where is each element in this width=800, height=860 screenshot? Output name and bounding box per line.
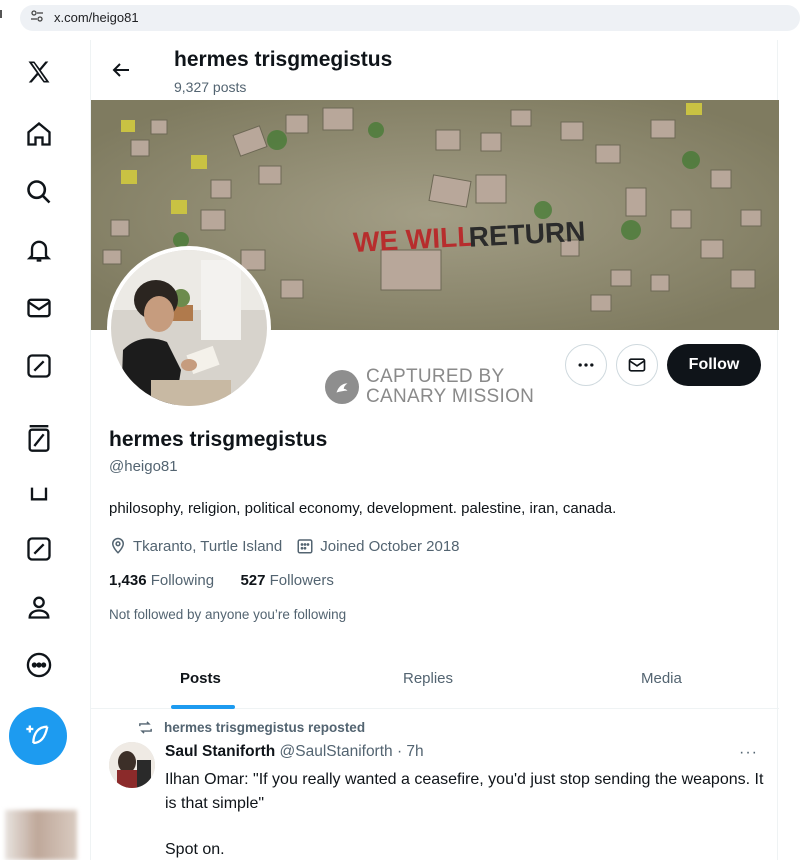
message-button[interactable] [616, 344, 658, 386]
communities-icon[interactable] [22, 480, 56, 514]
tweet-text[interactable]: Ilhan Omar: "If you really wanted a ceas… [165, 768, 765, 860]
more-options-button[interactable] [565, 344, 607, 386]
profile-column: hermes trisgmegistus 9,327 posts WE WILL… [90, 40, 779, 860]
banner-graffiti-we-will: WE WILL [352, 221, 475, 258]
followers-link[interactable]: 527 Followers [240, 572, 333, 589]
tab-media[interactable]: Media [641, 670, 682, 687]
browser-address-bar: x.com/heigo81 [0, 0, 800, 38]
tweet-text-line1: Ilhan Omar: "If you really wanted a ceas… [165, 771, 764, 812]
avatar-photo [111, 250, 267, 406]
profile-bio: philosophy, religion, political economy,… [109, 500, 617, 517]
profile-name: hermes trisgmegistus [109, 428, 328, 451]
tweet-author-avatar[interactable] [109, 742, 155, 788]
profile-icon[interactable] [22, 590, 56, 624]
compose-post-button[interactable] [9, 707, 67, 765]
header-post-count: 9,327 posts [174, 79, 247, 95]
author-photo [109, 742, 155, 788]
grok-compose-icon[interactable] [22, 532, 56, 566]
profile-tabs: Posts Replies Media [91, 652, 779, 709]
account-avatar[interactable] [5, 810, 77, 860]
profile-meta: Tkaranto, Turtle Island Joined October 2… [109, 537, 460, 555]
x-logo-icon[interactable] [22, 55, 56, 89]
not-followed-note: Not followed by anyone you’re following [109, 607, 347, 622]
home-icon[interactable] [22, 117, 56, 151]
profile-location: Tkaranto, Turtle Island [133, 537, 283, 555]
profile-joined: Joined October 2018 [320, 537, 460, 555]
watermark-line2: CANARY MISSION [366, 386, 535, 407]
canary-mission-watermark: CAPTURED BY CANARY MISSION [325, 367, 534, 407]
profile-avatar[interactable] [107, 246, 271, 410]
calendar-icon [297, 539, 313, 554]
window-edge [0, 10, 2, 18]
lists-icon[interactable] [22, 422, 56, 456]
header-name: hermes trisgmegistus [174, 48, 393, 71]
grok-icon[interactable] [22, 349, 56, 383]
notifications-bell-icon[interactable] [22, 233, 56, 267]
tweet-more-button[interactable]: ··· [739, 744, 758, 762]
banner-graffiti-return: RETURN [468, 216, 586, 253]
back-arrow-icon[interactable] [109, 58, 133, 82]
tweet-author-name[interactable]: Saul Staniforth [165, 743, 275, 760]
follow-button[interactable]: Follow [667, 344, 761, 386]
tab-posts[interactable]: Posts [180, 670, 221, 687]
location-pin-icon [111, 537, 125, 554]
search-icon[interactable] [22, 175, 56, 209]
more-circle-icon[interactable] [22, 648, 56, 682]
follow-stats: 1,436 Following 527 Followers [109, 572, 334, 589]
tweet-header: Saul Staniforth @SaulStaniforth · 7h [165, 743, 424, 761]
tweet-time[interactable]: · 7h [397, 743, 424, 760]
active-tab-indicator [171, 705, 235, 709]
left-nav [0, 40, 80, 860]
url-text[interactable]: x.com/heigo81 [54, 10, 139, 25]
tweet-text-line2: Spot on. [165, 841, 225, 858]
feather-plus-icon [26, 725, 49, 745]
repost-indicator[interactable]: hermes trisgmegistus reposted [137, 719, 365, 736]
following-link[interactable]: 1,436 Following [109, 572, 214, 589]
tab-replies[interactable]: Replies [403, 670, 453, 687]
site-settings-icon[interactable] [30, 9, 44, 23]
profile-handle: @heigo81 [109, 458, 178, 475]
ellipsis-icon [578, 363, 594, 367]
repost-icon [139, 721, 152, 734]
tweet-author-handle[interactable]: @SaulStaniforth [280, 743, 393, 760]
envelope-icon [628, 358, 646, 372]
messages-envelope-icon[interactable] [22, 291, 56, 325]
watermark-line1: CAPTURED BY [366, 366, 505, 387]
canary-bird-icon [325, 370, 359, 404]
